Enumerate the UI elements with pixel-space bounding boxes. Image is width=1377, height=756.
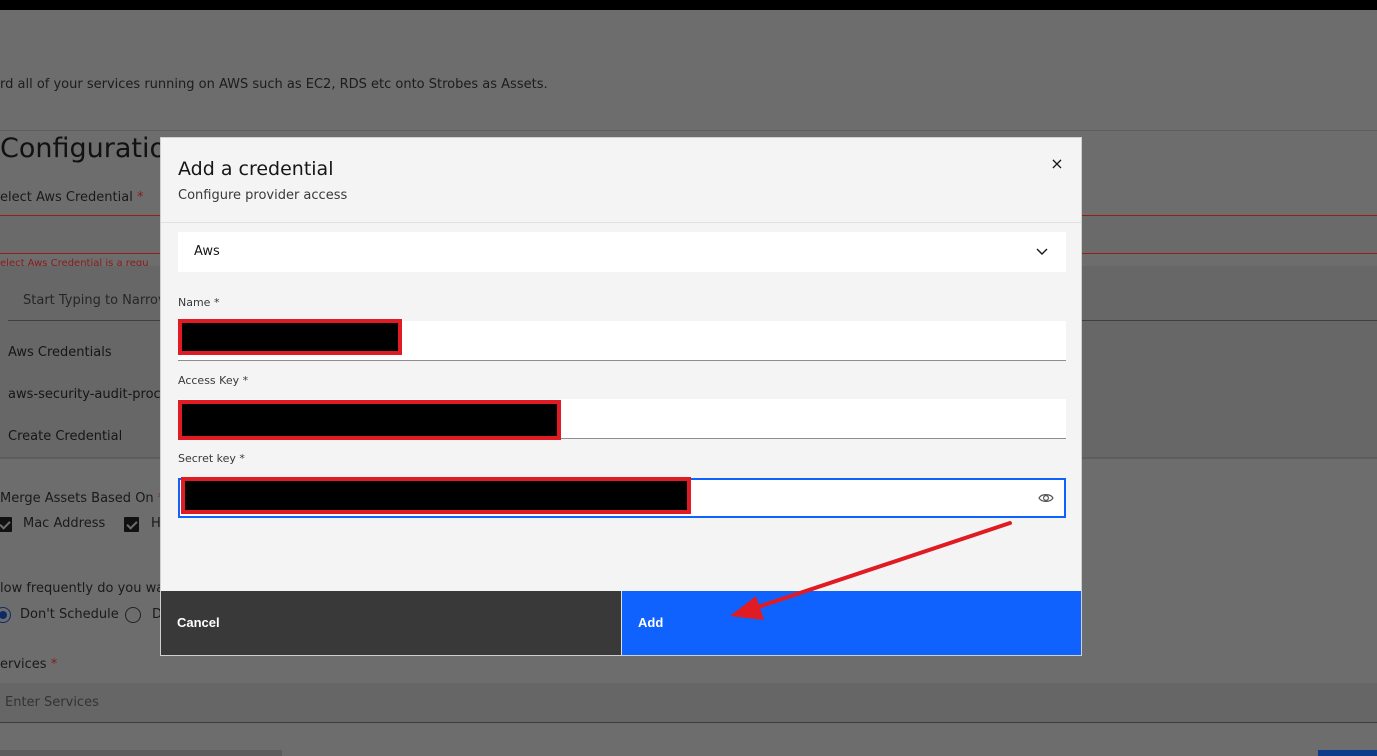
modal-title: Add a credential <box>178 158 334 180</box>
services-input[interactable]: Enter Services <box>0 683 1377 723</box>
add-button[interactable]: Add <box>621 591 1081 655</box>
credential-search-placeholder: Start Typing to Narrov <box>23 293 166 308</box>
credential-label-text: elect Aws Credential <box>0 190 133 205</box>
dropdown-item-aws-credentials[interactable]: Aws Credentials <box>8 345 112 360</box>
redacted-secret-key-value <box>181 477 691 514</box>
eye-icon[interactable] <box>1038 491 1054 505</box>
bottom-secondary-button[interactable] <box>0 750 282 756</box>
access-key-input[interactable] <box>178 399 1066 440</box>
required-mark: * <box>50 657 58 672</box>
section-divider <box>0 130 1377 131</box>
modal-subtitle: Configure provider access <box>178 188 348 203</box>
merge-assets-label-text: Merge Assets Based On <box>0 491 154 506</box>
modal-header-divider <box>161 222 1081 223</box>
redacted-access-key-value <box>178 400 561 440</box>
mac-address-checkbox[interactable] <box>0 517 12 532</box>
daily-radio[interactable] <box>125 607 141 623</box>
chevron-down-icon <box>1036 248 1048 255</box>
dont-schedule-label: Don't Schedule <box>20 607 119 622</box>
mac-address-label: Mac Address <box>23 516 106 531</box>
dropdown-item-create-credential[interactable]: Create Credential <box>8 429 122 444</box>
secret-key-field-label: Secret key * <box>178 452 245 465</box>
bottom-primary-button[interactable] <box>1318 750 1377 756</box>
required-mark: * <box>136 190 144 205</box>
redacted-name-value <box>178 319 402 355</box>
provider-select[interactable]: Aws <box>178 232 1066 272</box>
name-input[interactable] <box>178 319 1066 361</box>
cancel-button[interactable]: Cancel <box>161 591 621 655</box>
configuration-title: Configuration <box>0 133 184 164</box>
dropdown-item-aws-security-audit[interactable]: aws-security-audit-proc <box>8 387 161 402</box>
credential-field-label: elect Aws Credential * <box>0 190 143 205</box>
hostname-checkbox[interactable] <box>124 517 139 532</box>
close-icon[interactable]: × <box>1045 152 1069 176</box>
services-label-text: ervices <box>0 657 47 672</box>
dont-schedule-radio[interactable] <box>0 607 11 623</box>
schedule-label: low frequently do you wa <box>0 581 165 596</box>
access-key-field-label: Access Key * <box>178 374 249 387</box>
merge-assets-label: Merge Assets Based On * <box>0 491 164 506</box>
services-placeholder: Enter Services <box>5 695 99 710</box>
top-bar <box>0 0 1377 10</box>
integration-description: rd all of your services running on AWS s… <box>0 77 548 92</box>
name-field-label: Name * <box>178 296 220 309</box>
provider-select-value: Aws <box>194 244 220 259</box>
services-label: ervices * <box>0 657 57 672</box>
secret-key-input[interactable] <box>178 477 1066 518</box>
add-credential-modal: Add a credential Configure provider acce… <box>160 137 1082 656</box>
